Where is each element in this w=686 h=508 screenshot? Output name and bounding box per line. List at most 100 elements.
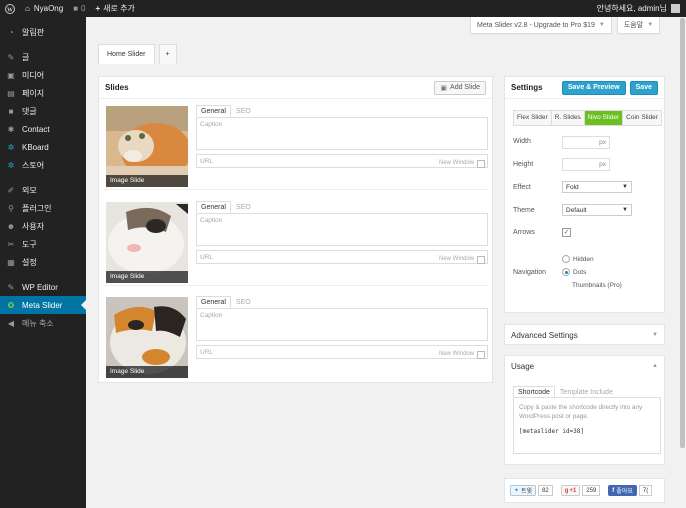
new-window-option[interactable]: New Window [439, 348, 485, 361]
new-window-option[interactable]: New Window [439, 157, 485, 170]
save-button[interactable]: Save [629, 80, 658, 95]
add-slider-tab[interactable]: + [158, 44, 177, 64]
new-window-label: New Window [438, 351, 474, 357]
new-window-checkbox[interactable] [477, 350, 485, 359]
scrollbar-thumb[interactable] [680, 18, 685, 448]
new-window-checkbox[interactable] [477, 159, 485, 168]
slide-row: Image Slide General SEO Caption URL New … [104, 198, 488, 286]
chevron-down-icon: ▼ [647, 22, 654, 28]
pin-icon: ✎ [7, 52, 15, 62]
sidebar-item-label: 댓글 [22, 106, 37, 116]
slide-thumbnail[interactable]: Image Slide [106, 202, 188, 283]
comments-link[interactable]: ■ 0 [68, 0, 90, 17]
slide-thumbnail[interactable]: Image Slide [106, 106, 188, 187]
gplus-label: +1 [569, 487, 577, 494]
effect-select[interactable]: Fold ▼ [562, 181, 632, 193]
sidebar-item-plugins[interactable]: ⚲ 플러그인 [0, 199, 86, 217]
url-input[interactable]: URL New Window [196, 345, 488, 359]
sidebar-item-label: 미디어 [22, 70, 45, 80]
tab-general[interactable]: General [196, 296, 231, 308]
svg-text:W: W [7, 7, 13, 13]
facebook-count: 7( [638, 485, 653, 496]
tab-seo[interactable]: SEO [231, 105, 256, 117]
new-window-checkbox[interactable] [477, 255, 485, 264]
sidebar-item-appearance[interactable]: ✐ 외모 [0, 181, 86, 199]
sidebar-item-tools[interactable]: ✂ 도구 [0, 235, 86, 253]
sidebar-item-collapse[interactable]: ◀ 메뉴 축소 [0, 314, 86, 332]
sidebar-item-kboard[interactable]: ✲ KBoard [0, 138, 86, 156]
radio-button[interactable] [562, 268, 570, 276]
caption-textarea[interactable]: Caption [196, 213, 488, 246]
usage-panel: Usage ▲ Shortcode Template Include Copy … [504, 355, 665, 465]
wordpress-icon[interactable]: W [0, 0, 20, 17]
sidebar-item-comments[interactable]: ■ 댓글 [0, 102, 86, 120]
plugin-icon: ⚲ [8, 203, 14, 213]
sidebar-item-wp-editor[interactable]: ✎ WP Editor [0, 278, 86, 296]
slider-type-coin[interactable]: Coin Slider [623, 111, 661, 125]
caption-textarea[interactable]: Caption [196, 308, 488, 341]
sidebar-item-meta-slider[interactable]: ❂ Meta Slider [0, 296, 86, 314]
site-name-link[interactable]: ⌂ NyaOng [20, 0, 68, 17]
slider-type-responsive[interactable]: R. Slides [551, 111, 585, 125]
sidebar-item-label: 페이지 [22, 88, 45, 98]
width-label: Width [513, 138, 531, 145]
gplus-button[interactable]: g +1 [560, 485, 581, 496]
navigation-option-hidden[interactable]: Hidden [562, 255, 594, 263]
facebook-like-button[interactable]: f 좋아요 [608, 485, 637, 496]
google-plus-icon: g [564, 487, 569, 494]
tab-seo[interactable]: SEO [231, 296, 256, 308]
advanced-settings-panel[interactable]: Advanced Settings ▼ [504, 324, 665, 345]
height-input[interactable]: px [562, 158, 610, 171]
new-content-label: 새로 추가 [103, 4, 135, 13]
sidebar-item-dashboard[interactable]: ◔ 알림판 [0, 23, 86, 41]
theme-label: Theme [513, 207, 535, 214]
new-window-option[interactable]: New Window [439, 253, 485, 266]
settings-icon: ▦ [7, 257, 15, 267]
sidebar-item-store[interactable]: ✲ 스토어 [0, 156, 86, 174]
theme-select[interactable]: Default ▼ [562, 204, 632, 216]
save-preview-button[interactable]: Save & Preview [561, 80, 626, 95]
new-content-link[interactable]: + 새로 추가 [91, 0, 140, 17]
user-icon: ☻ [6, 221, 16, 231]
tab-seo[interactable]: SEO [231, 201, 256, 213]
admin-bar: W ⌂ NyaOng ■ 0 + 새로 추가 안녕하세요, admin님 [0, 0, 686, 17]
tweet-button[interactable]: ✦ 트윗 [510, 485, 537, 496]
radio-label: Hidden [573, 255, 594, 263]
sidebar-item-label: 설정 [22, 257, 37, 267]
page-icon: ▤ [7, 88, 15, 98]
caption-textarea[interactable]: Caption [196, 117, 488, 150]
url-input[interactable]: URL New Window [196, 250, 488, 264]
new-window-label: New Window [438, 256, 474, 262]
url-input[interactable]: URL New Window [196, 154, 488, 168]
sidebar-item-label: WP Editor [22, 282, 58, 292]
add-slide-button[interactable]: ▣ Add Slide [434, 80, 486, 95]
sidebar-item-posts[interactable]: ✎ 글 [0, 48, 86, 66]
collapse-icon: ◀ [7, 318, 15, 328]
tab-general[interactable]: General [196, 201, 231, 213]
account-link[interactable]: 안녕하세요, admin님 [592, 0, 686, 17]
usage-description: Copy & paste the shortcode directly into… [519, 404, 643, 420]
width-input[interactable]: px [562, 136, 610, 149]
slider-type-flex[interactable]: Flex Slider [514, 111, 552, 125]
slider-type-nivo[interactable]: Nivo Slider [584, 111, 624, 125]
greeting: 안녕하세요, admin님 [596, 4, 667, 13]
chevron-up-icon: ▲ [652, 363, 658, 369]
tab-general[interactable]: General [196, 105, 231, 117]
shortcode-text[interactable]: [metaslider id=38] [519, 427, 655, 436]
arrows-checkbox[interactable]: ✓ [562, 228, 571, 237]
slide-thumbnail[interactable]: Image Slide [106, 297, 188, 378]
sidebar-item-pages[interactable]: ▤ 페이지 [0, 84, 86, 102]
plus-icon: + [95, 4, 101, 13]
sidebar-item-settings[interactable]: ▦ 설정 [0, 253, 86, 271]
tab-home-slider[interactable]: Home Slider [98, 44, 155, 64]
sidebar-item-users[interactable]: ☻ 사용자 [0, 217, 86, 235]
help-button[interactable]: 도움말 ▼ [616, 17, 661, 34]
radio-button[interactable] [562, 255, 570, 263]
upgrade-button[interactable]: Meta Slider v2.8 - Upgrade to Pro $19 ▼ [470, 17, 612, 34]
sidebar-item-media[interactable]: ▣ 미디어 [0, 66, 86, 84]
comments-count: 0 [81, 4, 86, 13]
pencil-icon: ✎ [7, 282, 15, 292]
navigation-option-dots[interactable]: Dots [562, 268, 586, 276]
usage-header[interactable]: Usage ▲ [505, 356, 664, 376]
sidebar-item-contact[interactable]: ✱ Contact [0, 120, 86, 138]
